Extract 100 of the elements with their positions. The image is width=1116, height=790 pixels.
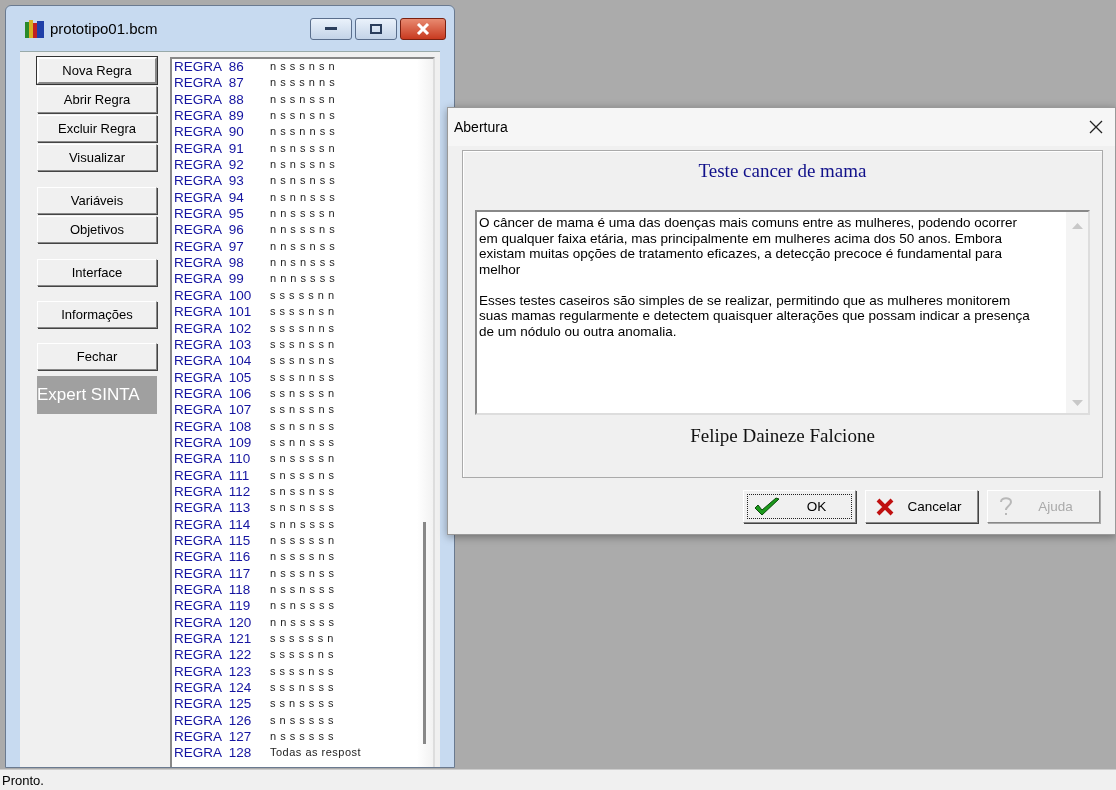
rule-name[interactable]: REGRA 96 [174, 222, 270, 239]
rule-answers[interactable]: s n s s s n s [270, 467, 335, 484]
rule-answers[interactable]: n s n s s s n [270, 140, 336, 158]
rule-name[interactable]: REGRA 122 [174, 647, 270, 664]
rule-answers[interactable]: s n s s s s s [270, 712, 334, 730]
rule-answers[interactable]: s s s s n s n [270, 304, 335, 321]
rule-answers[interactable]: s s n s s n s [270, 402, 335, 419]
rule-name[interactable]: REGRA 118 [174, 582, 270, 599]
rule-answers[interactable]: n n n s s s s [270, 271, 336, 288]
rule-name[interactable]: REGRA 99 [174, 271, 270, 288]
rule-name[interactable]: REGRA 91 [174, 140, 270, 158]
rule-answers[interactable]: s s n s s s n [270, 385, 335, 403]
rule-name[interactable]: REGRA 114 [174, 516, 270, 533]
command-button[interactable]: Nova Regra [37, 57, 157, 84]
rule-answers[interactable]: s s n s n s s [270, 418, 335, 435]
rule-answers[interactable]: s s s s n n s [270, 320, 335, 337]
rule-name[interactable]: REGRA 94 [174, 189, 270, 207]
command-button[interactable]: Objetivos [37, 216, 157, 243]
maximize-button[interactable] [355, 17, 397, 40]
rule-name[interactable]: REGRA 115 [174, 532, 270, 550]
rule-answers[interactable]: n s n s s n s [270, 157, 336, 174]
rule-name[interactable]: REGRA 112 [174, 483, 270, 501]
rule-name[interactable]: REGRA 107 [174, 402, 270, 419]
rule-answers[interactable]: n s n s n s s [270, 173, 336, 190]
rule-name[interactable]: REGRA 88 [174, 91, 270, 109]
rule-name[interactable]: REGRA 101 [174, 304, 270, 321]
rule-name[interactable]: REGRA 127 [174, 729, 270, 746]
rule-answers[interactable]: Todas as respost [270, 745, 362, 762]
rule-answers[interactable]: n s s s n n s [270, 75, 336, 92]
rule-name[interactable]: REGRA 93 [174, 173, 270, 190]
rule-name[interactable]: REGRA 120 [174, 614, 270, 632]
rule-answers[interactable]: n s s n s s n [270, 91, 336, 109]
rule-answers[interactable]: n s s n s n s [270, 108, 336, 125]
command-button[interactable]: Interface [37, 259, 157, 286]
rule-answers[interactable]: s n s s s s n [270, 451, 335, 468]
rule-name[interactable]: REGRA 86 [174, 59, 270, 76]
rule-name[interactable]: REGRA 113 [174, 500, 270, 517]
rule-answers[interactable]: n s n s s s s [270, 598, 335, 615]
rule-answers[interactable]: s s s n s s n [270, 336, 335, 354]
rule-answers[interactable]: s s s n n s s [270, 369, 335, 386]
rule-name[interactable]: REGRA 125 [174, 696, 270, 713]
rule-answers[interactable]: s n s s n s s [270, 483, 335, 501]
rule-name[interactable]: REGRA 105 [174, 369, 270, 386]
dialog-button[interactable]: OK [743, 490, 856, 523]
rule-answers[interactable]: n s s s s s s [270, 729, 334, 746]
rule-answers[interactable]: s s n n s s s [270, 434, 335, 452]
rule-answers[interactable]: s s s s s n n [270, 287, 335, 305]
command-button[interactable]: Excluir Regra [37, 115, 157, 142]
rule-name[interactable]: REGRA 128 [174, 745, 270, 762]
rule-name[interactable]: REGRA 103 [174, 336, 270, 354]
command-button[interactable]: Visualizar [37, 144, 157, 171]
rule-answers[interactable]: n s s s s n s [270, 549, 335, 566]
rule-name[interactable]: REGRA 124 [174, 680, 270, 697]
rule-name[interactable]: REGRA 123 [174, 663, 270, 681]
rule-name[interactable]: REGRA 90 [174, 124, 270, 141]
rule-answers[interactable]: s s n s s s s [270, 696, 334, 713]
rule-name[interactable]: REGRA 108 [174, 418, 270, 435]
rule-answers[interactable]: s n s n s s s [270, 500, 335, 517]
command-button[interactable]: Fechar [37, 343, 157, 370]
rule-name[interactable]: REGRA 110 [174, 451, 270, 468]
rule-answers[interactable]: n s s n s s s [270, 582, 335, 599]
rule-answers[interactable]: n n s s s s s [270, 614, 335, 632]
command-button[interactable]: Informações [37, 301, 157, 328]
rule-answers[interactable]: s s s n s n s [270, 353, 335, 370]
rule-name[interactable]: REGRA 98 [174, 255, 270, 272]
rule-name[interactable]: REGRA 126 [174, 712, 270, 730]
rule-answers[interactable]: n n s s n s s [270, 238, 336, 256]
rule-answers[interactable]: n n s n s s s [270, 255, 336, 272]
command-button[interactable]: Variáveis [37, 187, 157, 214]
rule-answers[interactable]: n s s s n s s [270, 565, 335, 582]
rule-name[interactable]: REGRA 117 [174, 565, 270, 582]
rule-name[interactable]: REGRA 109 [174, 434, 270, 452]
rule-answers[interactable]: n s s s s s n [270, 532, 335, 550]
rule-name[interactable]: REGRA 104 [174, 353, 270, 370]
rule-name[interactable]: REGRA 95 [174, 206, 270, 223]
rule-answers[interactable]: s s s s n s s [270, 663, 334, 681]
rule-name[interactable]: REGRA 102 [174, 320, 270, 337]
rule-name[interactable]: REGRA 92 [174, 157, 270, 174]
rule-name[interactable]: REGRA 119 [174, 598, 270, 615]
minimize-button[interactable] [310, 17, 352, 40]
close-button[interactable] [400, 17, 446, 40]
rule-answers[interactable]: s n n s s s s [270, 516, 335, 533]
rule-name[interactable]: REGRA 121 [174, 631, 270, 648]
rule-answers[interactable]: s s s s s s n [270, 631, 334, 648]
command-button[interactable]: Abrir Regra [37, 86, 157, 113]
rule-name[interactable]: REGRA 100 [174, 287, 270, 305]
dialog-button[interactable]: Cancelar [865, 490, 978, 523]
close-icon[interactable] [1089, 120, 1103, 134]
rule-answers[interactable]: s s s s s n s [270, 647, 334, 664]
rule-answers[interactable]: n n s s s n s [270, 222, 336, 239]
rule-name[interactable]: REGRA 89 [174, 108, 270, 125]
rule-name[interactable]: REGRA 116 [174, 549, 270, 566]
rule-answers[interactable]: n n s s s s n [270, 206, 336, 223]
rule-answers[interactable]: n s s n n s s [270, 124, 336, 141]
rule-answers[interactable]: n s s s n s n [270, 59, 336, 76]
rule-answers[interactable]: n s n n s s s [270, 189, 336, 207]
rule-answers[interactable]: s s s n s s s [270, 680, 334, 697]
rule-name[interactable]: REGRA 106 [174, 385, 270, 403]
rule-name[interactable]: REGRA 87 [174, 75, 270, 92]
rule-name[interactable]: REGRA 111 [174, 467, 270, 484]
